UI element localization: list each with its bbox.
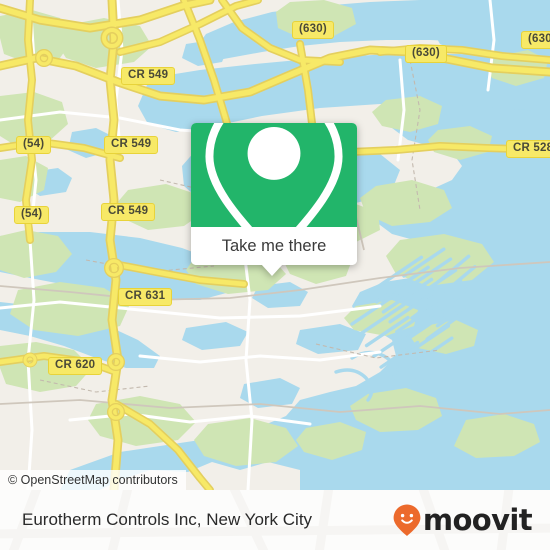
location-callout-card[interactable]: Take me there	[191, 123, 357, 276]
osm-attribution[interactable]: © OpenStreetMap contributors	[0, 470, 186, 490]
map-screenshot: (630) (630) (630) CR 549 (54) CR 549 CR …	[0, 0, 550, 550]
road-shield: (630)	[405, 45, 447, 63]
callout-pointer-tail	[261, 264, 283, 276]
take-me-there-label: Take me there	[221, 236, 327, 255]
moovit-wordmark: moovit	[422, 502, 533, 537]
road-shield: CR 620	[48, 357, 103, 375]
footer-bar: Eurotherm Controls Inc, New York City mo…	[0, 490, 550, 550]
callout-header	[191, 123, 357, 262]
callout-body: Take me there	[191, 123, 357, 265]
map-canvas[interactable]: (630) (630) (630) CR 549 (54) CR 549 CR …	[0, 0, 550, 490]
road-shield: CR 631	[118, 288, 173, 306]
moovit-brand[interactable]: moovit	[392, 502, 533, 537]
moovit-smiley-pin-icon	[393, 504, 421, 536]
road-shield: (630)	[292, 21, 334, 39]
road-shield: CR 549	[121, 67, 176, 85]
road-shield: CR 549	[104, 136, 159, 154]
road-shield: CR 528	[506, 140, 550, 158]
road-shield: CR 549	[101, 203, 156, 221]
road-shield: (54)	[14, 206, 50, 224]
road-shield: (630)	[521, 31, 550, 49]
location-title: Eurotherm Controls Inc, New York City	[22, 510, 313, 529]
road-shield: (54)	[16, 136, 52, 154]
